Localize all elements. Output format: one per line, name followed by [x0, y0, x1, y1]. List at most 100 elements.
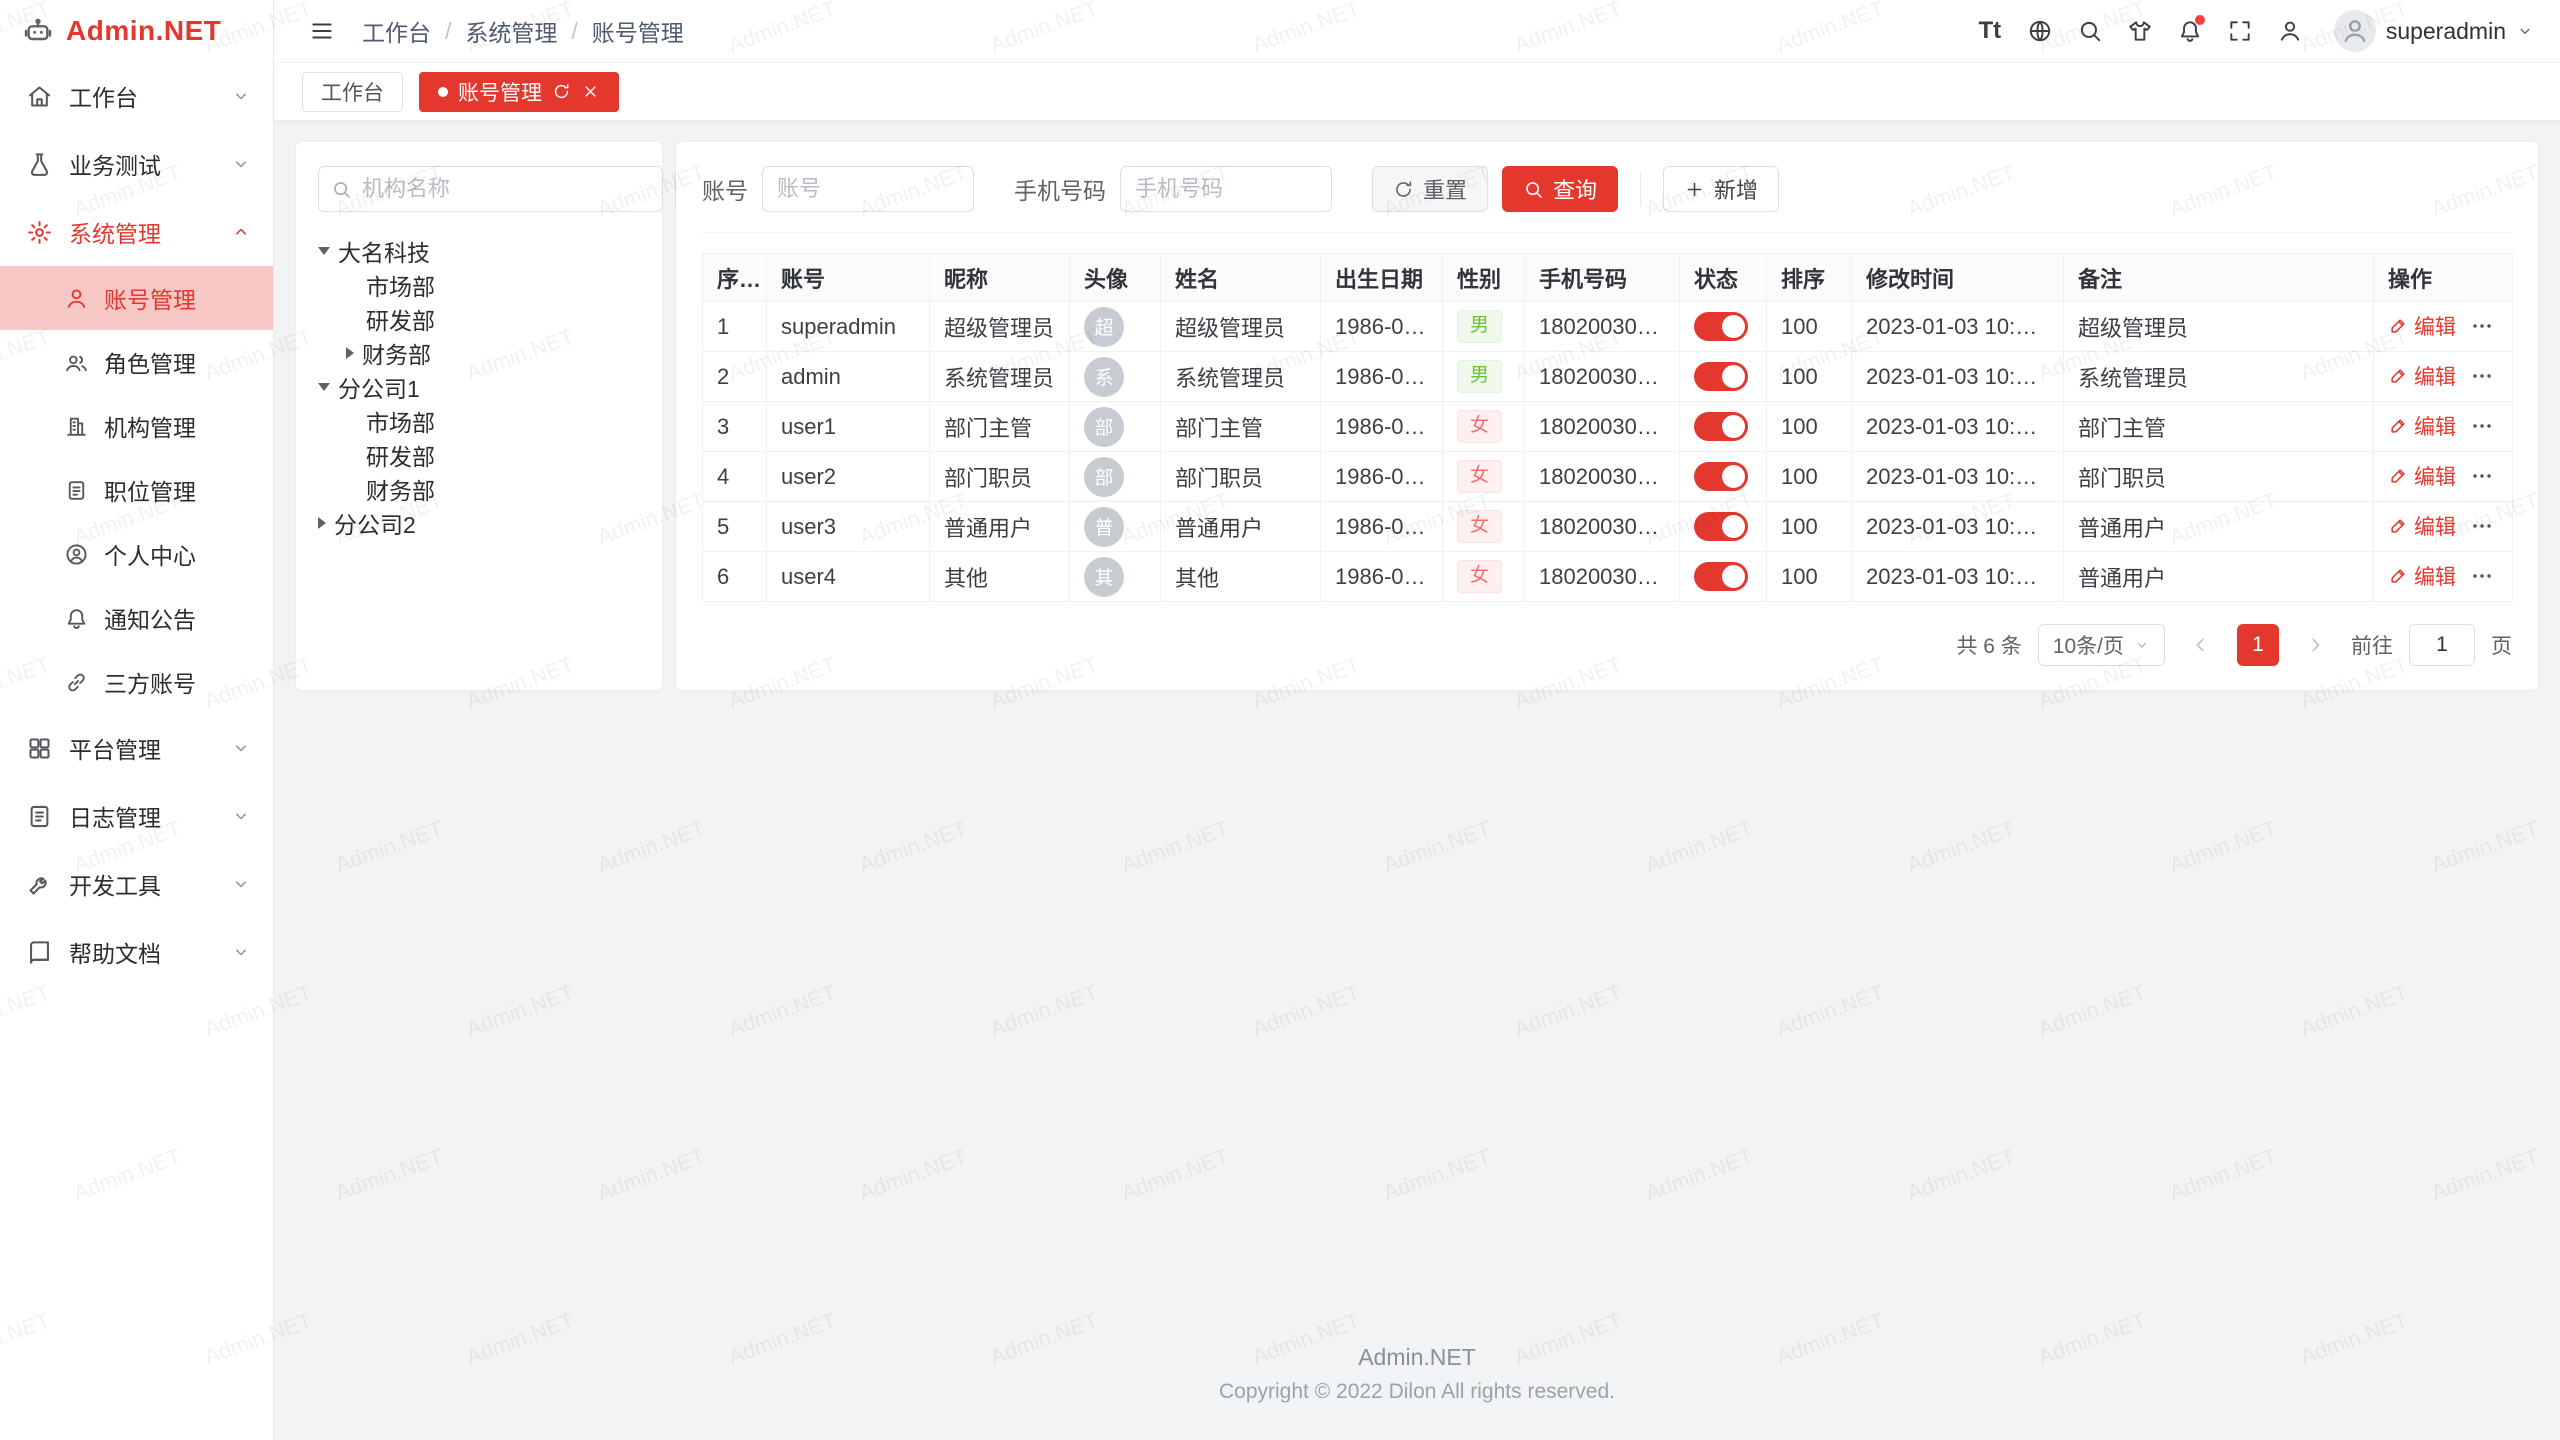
next-page-button[interactable] [2295, 625, 2335, 665]
status-toggle[interactable] [1694, 412, 1748, 441]
edit-button[interactable]: 编辑 [2388, 361, 2456, 391]
table-row[interactable]: 3user1部门主管部部门主管1986-06-28女18020030720100… [703, 402, 2513, 452]
more-actions-icon[interactable] [2470, 464, 2494, 488]
cell-account: user4 [767, 552, 930, 602]
sidebar-subitem-2-4[interactable]: 个人中心 [0, 522, 273, 586]
fullscreen-icon[interactable] [2218, 9, 2262, 53]
org-search-input[interactable] [362, 176, 650, 202]
more-actions-icon[interactable] [2470, 514, 2494, 538]
sidebar-subitem-2-1[interactable]: 角色管理 [0, 330, 273, 394]
query-button[interactable]: 查询 [1502, 166, 1618, 212]
sidebar-subitem-2-6[interactable]: 三方账号 [0, 650, 273, 714]
cell-actions: 编辑 [2374, 402, 2513, 452]
bell-icon [64, 606, 89, 631]
phone-filter-input[interactable] [1120, 166, 1332, 212]
tree-node[interactable]: 研发部 [318, 302, 640, 336]
breadcrumb-item[interactable]: 系统管理 [465, 14, 557, 48]
username[interactable]: superadmin [2386, 18, 2506, 45]
edit-button[interactable]: 编辑 [2388, 411, 2456, 441]
tree-node[interactable]: 分公司2 [318, 506, 640, 540]
font-size-icon[interactable]: Tt [1968, 9, 2012, 53]
breadcrumb-item[interactable]: 工作台 [362, 14, 431, 48]
cell-modified: 2023-01-03 10:59:44 [1852, 502, 2064, 552]
add-button[interactable]: 新增 [1663, 166, 1779, 212]
tree-node[interactable]: 大名科技 [318, 234, 640, 268]
col-account: 账号 [767, 254, 930, 302]
table-row[interactable]: 1superadmin超级管理员超超级管理员1986-06-28男1802003… [703, 302, 2513, 352]
table-row[interactable]: 5user3普通用户普普通用户1986-06-28女18020030720100… [703, 502, 2513, 552]
user-menu-caret-icon[interactable] [2516, 22, 2534, 40]
edit-button[interactable]: 编辑 [2388, 561, 2456, 591]
sidebar-subitem-2-2[interactable]: 机构管理 [0, 394, 273, 458]
tab-close-icon[interactable] [581, 82, 600, 101]
current-page[interactable]: 1 [2237, 624, 2279, 666]
cell-order: 100 [1767, 302, 1852, 352]
page-size-select[interactable]: 10条/页 [2038, 624, 2165, 666]
sidebar-item-6[interactable]: 帮助文档 [0, 918, 273, 986]
table-row[interactable]: 2admin系统管理员系系统管理员1986-06-28男180200307201… [703, 352, 2513, 402]
status-toggle[interactable] [1694, 462, 1748, 491]
sidebar-item-4[interactable]: 日志管理 [0, 782, 273, 850]
more-actions-icon[interactable] [2470, 364, 2494, 388]
tree-node[interactable]: 分公司1 [318, 370, 640, 404]
user-icon[interactable] [2268, 9, 2312, 53]
status-toggle[interactable] [1694, 562, 1748, 591]
col-remark: 备注 [2064, 254, 2374, 302]
sidebar-subitem-2-5[interactable]: 通知公告 [0, 586, 273, 650]
col-modified: 修改时间 [1852, 254, 2064, 302]
breadcrumb-item[interactable]: 账号管理 [592, 14, 684, 48]
sidebar-subitem-2-0[interactable]: 账号管理 [0, 266, 273, 330]
tab-1[interactable]: 账号管理 [419, 72, 619, 112]
edit-button[interactable]: 编辑 [2388, 461, 2456, 491]
tree-node[interactable]: 研发部 [318, 438, 640, 472]
reset-button[interactable]: 重置 [1372, 166, 1488, 212]
prev-page-button[interactable] [2181, 625, 2221, 665]
more-actions-icon[interactable] [2470, 414, 2494, 438]
bell-icon[interactable] [2168, 9, 2212, 53]
divider [1640, 172, 1641, 206]
tree-node[interactable]: 财务部 [318, 336, 640, 370]
account-filter-input[interactable] [762, 166, 974, 212]
tree-node[interactable]: 市场部 [318, 404, 640, 438]
cell-name: 超级管理员 [1161, 302, 1321, 352]
sidebar-subitem-2-3[interactable]: 职位管理 [0, 458, 273, 522]
hamburger-icon[interactable] [300, 9, 344, 53]
more-actions-icon[interactable] [2470, 314, 2494, 338]
tree-node[interactable]: 财务部 [318, 472, 640, 506]
sidebar-item-5[interactable]: 开发工具 [0, 850, 273, 918]
goto-page-input[interactable] [2409, 624, 2475, 666]
edit-button[interactable]: 编辑 [2388, 311, 2456, 341]
col-index: 序号 [703, 254, 767, 302]
gender-tag: 女 [1457, 410, 1502, 443]
theme-icon[interactable] [2118, 9, 2162, 53]
cell-order: 100 [1767, 352, 1852, 402]
cell-nickname: 普通用户 [930, 502, 1070, 552]
status-toggle[interactable] [1694, 362, 1748, 391]
cell-name: 部门职员 [1161, 452, 1321, 502]
table-row[interactable]: 4user2部门职员部部门职员1986-06-28女18020030720100… [703, 452, 2513, 502]
cell-avatar: 系 [1070, 352, 1161, 402]
sidebar-item-2[interactable]: 系统管理 [0, 198, 273, 266]
user-avatar[interactable] [2334, 10, 2376, 52]
cell-name: 其他 [1161, 552, 1321, 602]
cell-modified: 2023-01-03 10:59:44 [1852, 402, 2064, 452]
more-actions-icon[interactable] [2470, 564, 2494, 588]
sidebar-item-0[interactable]: 工作台 [0, 62, 273, 130]
tab-0[interactable]: 工作台 [302, 72, 403, 112]
status-toggle[interactable] [1694, 512, 1748, 541]
col-order: 排序 [1767, 254, 1852, 302]
sidebar-item-3[interactable]: 平台管理 [0, 714, 273, 782]
status-toggle[interactable] [1694, 312, 1748, 341]
tree-node[interactable]: 市场部 [318, 268, 640, 302]
gear-icon [26, 219, 53, 246]
table-row[interactable]: 6user4其他其其他1986-06-28女180200307201002023… [703, 552, 2513, 602]
link-icon [64, 670, 89, 695]
tab-refresh-icon[interactable] [552, 82, 571, 101]
sidebar-item-1[interactable]: 业务测试 [0, 130, 273, 198]
edit-button[interactable]: 编辑 [2388, 511, 2456, 541]
cell-remark: 超级管理员 [2064, 302, 2374, 352]
cell-remark: 部门主管 [2064, 402, 2374, 452]
search-icon[interactable] [2068, 9, 2112, 53]
chevron-down-icon [231, 942, 251, 962]
globe-icon[interactable] [2018, 9, 2062, 53]
